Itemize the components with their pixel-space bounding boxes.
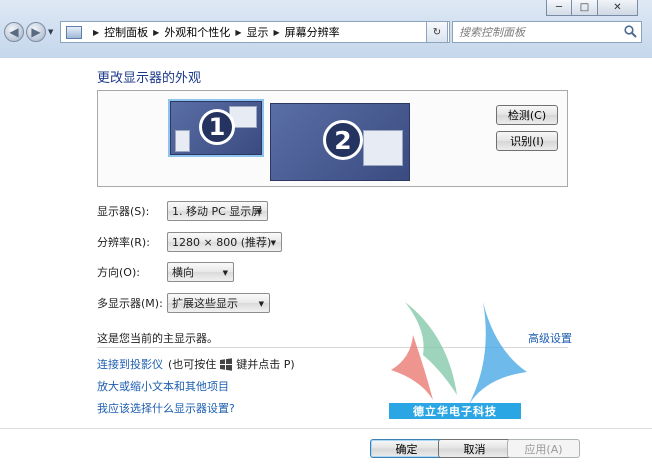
monitor-1[interactable]: 1: [168, 99, 264, 157]
chevron-down-icon: ▼: [256, 208, 262, 216]
window-preview: [363, 130, 403, 166]
window-controls: ─ □ ✕: [546, 0, 638, 16]
chevron-down-icon: ▼: [222, 269, 228, 277]
resolution-label: 分辨率(R):: [97, 236, 150, 249]
monitor-1-number: 1: [199, 109, 235, 145]
search-input[interactable]: 搜索控制面板: [452, 21, 642, 43]
display-label: 显示器(S):: [97, 205, 150, 218]
apply-button[interactable]: 应用(A): [507, 439, 580, 458]
identify-button[interactable]: 识别(I): [496, 131, 558, 151]
refresh-icon: ↻: [432, 26, 442, 38]
primary-display-note: 这是您当前的主显示器。: [97, 332, 218, 345]
back-arrow-icon: ◀: [9, 25, 19, 39]
breadcrumb-display[interactable]: 显示: [246, 24, 268, 40]
forward-arrow-icon: ▶: [31, 25, 41, 39]
projector-hint-text: (也可按住: [168, 358, 217, 371]
minimize-button[interactable]: ─: [546, 0, 572, 16]
multiple-displays-row: 多显示器(M): 扩展这些显示 ▼: [97, 293, 270, 313]
multiple-displays-select[interactable]: 扩展这些显示 ▼: [167, 293, 270, 313]
display-select[interactable]: 1. 移动 PC 显示屏 ▼: [167, 201, 268, 221]
chevron-down-icon: ▼: [270, 239, 276, 247]
display-row: 显示器(S): 1. 移动 PC 显示屏 ▼: [97, 201, 268, 221]
monitor-2-number: 2: [323, 120, 363, 160]
cancel-button[interactable]: 取消: [438, 439, 511, 458]
refresh-button[interactable]: ↻: [426, 21, 448, 43]
recent-pages-dropdown[interactable]: ▼: [48, 28, 53, 36]
footer-divider: [0, 428, 652, 429]
control-panel-icon: [66, 25, 82, 39]
ok-button[interactable]: 确定: [370, 439, 443, 458]
projector-row: 连接到投影仪 (也可按住 键并点击 P): [97, 356, 295, 372]
breadcrumb: ▶ 控制面板 ▶ 外观和个性化 ▶ 显示 ▶ 屏幕分辨率: [93, 24, 340, 40]
orientation-row: 方向(O): 横向 ▼: [97, 262, 234, 282]
forward-button[interactable]: ▶: [26, 22, 46, 42]
monitor-arrangement-panel: 1 2 检测(C) 识别(I): [97, 90, 568, 187]
breadcrumb-appearance[interactable]: 外观和个性化: [164, 24, 230, 40]
breadcrumb-screen-resolution[interactable]: 屏幕分辨率: [285, 24, 340, 40]
maximize-button[interactable]: □: [572, 0, 598, 16]
windows-key-icon: [220, 357, 233, 371]
close-button[interactable]: ✕: [598, 0, 638, 16]
search-icon[interactable]: [624, 25, 637, 38]
breadcrumb-control-panel[interactable]: 控制面板: [104, 24, 148, 40]
watermark-text: 德立华电子科技: [389, 403, 521, 419]
detect-button[interactable]: 检测(C): [496, 105, 558, 125]
which-settings-row: 我应该选择什么显示器设置?: [97, 400, 235, 416]
monitor-2[interactable]: 2: [270, 103, 410, 181]
advanced-settings-link[interactable]: 高级设置: [528, 330, 572, 346]
page-title: 更改显示器的外观: [97, 71, 202, 86]
text-size-row: 放大或缩小文本和其他项目: [97, 378, 229, 394]
window-chrome: ─ □ ✕ ◀ ▶ ▼ ▶ 控制面板 ▶ 外观和个性化 ▶ 显示 ▶ 屏幕分辨率…: [0, 0, 652, 58]
resolution-row: 分辨率(R): 1280 × 800 (推荐) ▼: [97, 232, 282, 252]
orientation-select[interactable]: 横向 ▼: [167, 262, 234, 282]
orientation-label: 方向(O):: [97, 266, 140, 279]
text-size-link[interactable]: 放大或缩小文本和其他项目: [97, 378, 229, 394]
which-settings-link[interactable]: 我应该选择什么显示器设置?: [97, 400, 235, 416]
connect-projector-link[interactable]: 连接到投影仪: [97, 356, 163, 372]
chevron-down-icon: ▼: [258, 300, 264, 308]
desktop-preview: [175, 130, 190, 152]
projector-hint-text-end: 键并点击 P): [236, 358, 295, 371]
address-bar[interactable]: ▶ 控制面板 ▶ 外观和个性化 ▶ 显示 ▶ 屏幕分辨率 ▼: [60, 21, 450, 43]
back-button[interactable]: ◀: [4, 22, 24, 42]
resolution-select[interactable]: 1280 × 800 (推荐) ▼: [167, 232, 282, 252]
multiple-displays-label: 多显示器(M):: [97, 297, 163, 310]
